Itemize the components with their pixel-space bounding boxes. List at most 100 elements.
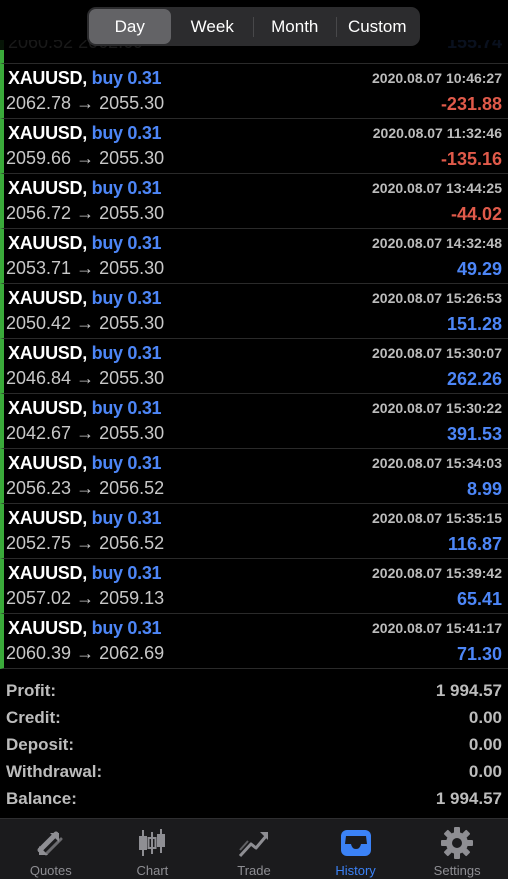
account-summary: Profit: 1 994.57 Credit: 0.00 Deposit: 0…	[0, 678, 508, 813]
summary-value: 0.00	[468, 708, 502, 727]
trade-symbol: XAUUSD,	[8, 563, 87, 583]
trade-prices: 2056.72 → 2055.30	[6, 203, 165, 223]
tab-label: Settings	[433, 863, 481, 878]
period-bar: Day Week Month Custom	[0, 0, 508, 50]
trade-prices: 2057.02 → 2059.13	[6, 588, 165, 608]
tab-chart[interactable]: Chart	[102, 819, 204, 879]
trade-row[interactable]: XAUUSD, buy 0.31 2020.08.07 10:46:27 206…	[0, 64, 508, 119]
trade-datetime: 2020.08.07 15:41:17	[372, 620, 502, 636]
trade-prices: 2053.71 → 2055.30	[6, 258, 165, 278]
candlestick-icon	[139, 829, 166, 856]
trade-row[interactable]: XAUUSD, buy 0.31 2020.08.07 15:26:53 205…	[0, 284, 508, 339]
trade-profit: 8.99	[466, 479, 502, 499]
trade-prices: 2050.42 → 2055.30	[6, 313, 165, 333]
trade-prices: 2056.23 → 2056.52	[6, 478, 165, 498]
trade-side: buy 0.31	[91, 288, 162, 308]
trade-profit: 262.26	[446, 369, 502, 389]
trade-side: buy 0.31	[91, 618, 162, 638]
tab-label: Trade	[237, 863, 271, 878]
trade-datetime: 2020.08.07 15:34:03	[372, 455, 502, 471]
trade-profit: 116.87	[447, 534, 502, 554]
trade-datetime: 2020.08.07 14:32:48	[372, 235, 502, 251]
trade-datetime: 2020.08.07 15:39:42	[372, 565, 502, 581]
summary-row-withdrawal: Withdrawal: 0.00	[0, 759, 508, 786]
trade-symbol: XAUUSD,	[8, 343, 87, 363]
trade-symbol: XAUUSD,	[8, 123, 87, 143]
trade-side: buy 0.31	[91, 178, 162, 198]
trade-profit: -44.02	[450, 204, 502, 224]
trade-symbol: XAUUSD,	[8, 233, 87, 253]
trade-profit: -231.88	[440, 94, 502, 114]
trade-profit: -135.16	[440, 149, 502, 169]
trade-datetime: 2020.08.07 11:32:46	[372, 125, 502, 141]
trade-symbol: XAUUSD,	[8, 453, 87, 473]
trade-side: buy 0.31	[91, 453, 162, 473]
trade-prices: 2060.39 → 2062.69	[6, 643, 165, 663]
quotes-arrows-icon	[37, 831, 63, 856]
tab-quotes[interactable]: Quotes	[0, 819, 102, 879]
trade-side: buy 0.31	[91, 68, 162, 88]
summary-label: Balance:	[6, 789, 77, 808]
trade-prices: 2059.66 → 2055.30	[6, 148, 165, 168]
trade-datetime: 2020.08.07 15:30:07	[372, 345, 502, 361]
trade-datetime: 2020.08.07 10:46:27	[372, 70, 502, 86]
tab-settings[interactable]: Settings	[406, 819, 508, 879]
trade-datetime: 2020.08.07 13:44:25	[372, 180, 502, 196]
trade-prices: 2062.78 → 2055.30	[6, 93, 165, 113]
bottom-tab-bar: Quotes Chart Trade History Settings	[0, 818, 508, 879]
summary-value: 1 994.57	[435, 789, 502, 808]
trade-row[interactable]: XAUUSD, buy 0.31 2020.08.07 15:41:17 206…	[0, 614, 508, 669]
trade-profit: 71.30	[456, 644, 502, 664]
inbox-tray-icon	[340, 830, 371, 856]
trade-row[interactable]: XAUUSD, buy 0.31 2020.08.07 15:34:03 205…	[0, 449, 508, 504]
trade-side: buy 0.31	[91, 398, 162, 418]
summary-value: 0.00	[468, 735, 502, 754]
tab-trade[interactable]: Trade	[203, 819, 305, 879]
period-custom[interactable]: Custom	[337, 9, 419, 44]
trade-history-list: XAUUSD, buy 0.31 2020.08.07 10:46:27 206…	[0, 64, 508, 669]
summary-row-deposit: Deposit: 0.00	[0, 732, 508, 759]
period-month[interactable]: Month	[254, 9, 336, 44]
gear-icon	[441, 827, 474, 859]
trade-symbol: XAUUSD,	[8, 68, 87, 88]
trade-symbol: XAUUSD,	[8, 398, 87, 418]
trade-symbol: XAUUSD,	[8, 178, 87, 198]
tab-label: Chart	[136, 863, 169, 878]
trade-prices: 2042.67 → 2055.30	[6, 423, 165, 443]
summary-row-profit: Profit: 1 994.57	[0, 678, 508, 705]
trade-profit: 391.53	[446, 424, 502, 444]
trade-row[interactable]: XAUUSD, buy 0.31 2020.08.07 14:32:48 205…	[0, 229, 508, 284]
period-segmented-control: Day Week Month Custom	[87, 7, 420, 46]
period-week[interactable]: Week	[172, 9, 254, 44]
trade-side: buy 0.31	[91, 343, 162, 363]
trade-side: buy 0.31	[91, 123, 162, 143]
trade-row[interactable]: XAUUSD, buy 0.31 2020.08.07 15:30:22 204…	[0, 394, 508, 449]
trade-profit: 49.29	[456, 259, 502, 279]
trade-row[interactable]: XAUUSD, buy 0.31 2020.08.07 15:39:42 205…	[0, 559, 508, 614]
summary-row-credit: Credit: 0.00	[0, 705, 508, 732]
trade-trend-icon	[238, 832, 269, 858]
summary-label: Withdrawal:	[6, 762, 103, 781]
summary-row-balance: Balance: 1 994.57	[0, 786, 508, 813]
summary-value: 0.00	[468, 762, 502, 781]
trade-row[interactable]: XAUUSD, buy 0.31 2020.08.07 13:44:25 205…	[0, 174, 508, 229]
trade-profit: 151.28	[446, 314, 502, 334]
tab-history[interactable]: History	[305, 819, 407, 879]
trade-row[interactable]: XAUUSD, buy 0.31 2020.08.07 15:35:15 205…	[0, 504, 508, 559]
summary-value: 1 994.57	[435, 681, 502, 700]
trade-row[interactable]: XAUUSD, buy 0.31 2020.08.07 15:30:07 204…	[0, 339, 508, 394]
period-day[interactable]: Day	[89, 9, 171, 44]
trade-symbol: XAUUSD,	[8, 508, 87, 528]
trade-datetime: 2020.08.07 15:35:15	[372, 510, 502, 526]
trade-row[interactable]: XAUUSD, buy 0.31 2020.08.07 11:32:46 205…	[0, 119, 508, 174]
tab-label: Quotes	[29, 863, 72, 878]
trade-side: buy 0.31	[91, 563, 162, 583]
trade-prices: 2046.84 → 2055.30	[6, 368, 165, 388]
summary-label: Profit:	[6, 681, 57, 700]
trade-side: buy 0.31	[91, 233, 162, 253]
trade-prices: 2052.75 → 2056.52	[6, 533, 165, 553]
tab-label: History	[335, 863, 376, 878]
trade-datetime: 2020.08.07 15:26:53	[372, 290, 502, 306]
trade-symbol: XAUUSD,	[8, 288, 87, 308]
summary-label: Credit:	[6, 708, 61, 727]
